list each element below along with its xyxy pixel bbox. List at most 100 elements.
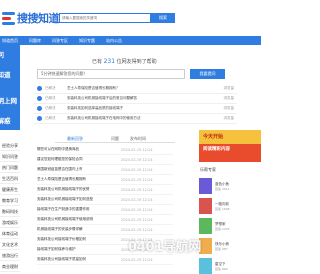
list-item-title[interactable]: 机械接线端子的安装步骤详解	[37, 227, 121, 232]
list-item[interactable]: 芝士人寿保险是否值得长期拥有 2024-02-19 12:24	[37, 175, 173, 185]
sidebar-item[interactable]: 旅游出行	[0, 250, 20, 261]
expert-name: 蓝色小鱼	[215, 181, 229, 186]
sidebar-item[interactable]: 数码科技	[0, 206, 20, 217]
search-input[interactable]	[59, 13, 151, 23]
tab-latest-answers[interactable]: 最新回答	[55, 134, 95, 142]
list-item-date: 2024-02-19 12:24	[121, 217, 153, 222]
list-item[interactable]: 接线端子在生产制造中的重要作用 2024-02-19 12:24	[37, 205, 173, 215]
banner-line: 搜知道	[0, 71, 11, 79]
recent-questions: 已解决 芝士人寿保险是否值得长期拥有？ 浏览量 已解决 安装科技公司机械接线端子…	[34, 84, 237, 124]
ask-question-box: 已有 231 位网友得到了帮助 我要提问 已解决 芝士人寿保险是否值得长期拥有？…	[32, 55, 237, 133]
list-item-title[interactable]: 芝士人寿保险是否值得长期拥有	[37, 177, 121, 182]
expert-item[interactable]: 一路向前 回答 1608	[199, 196, 261, 216]
question-row[interactable]: 已解决 芝士人寿保险是否值得长期拥有？ 浏览量	[34, 84, 237, 94]
logo-text: 搜搜知道	[17, 12, 60, 25]
expert-item[interactable]: 快乐小熊 回答 987	[199, 236, 261, 256]
sidebar-item[interactable]: 体育运动	[0, 228, 20, 239]
question-input[interactable]	[37, 69, 185, 79]
search-button[interactable]: 搜索	[151, 13, 175, 23]
question-icon	[37, 86, 42, 91]
list-item[interactable]: 安装科技公司机械接线端子使用说明 2024-02-19 12:24	[37, 215, 173, 225]
list-item-date: 2024-02-19 12:24	[121, 207, 153, 212]
list-item[interactable]: 安装科技公司机械接线端子的优势 2024-02-19 12:24	[37, 185, 173, 195]
list-item-title[interactable]: 哪些可以在网购中退换商品	[37, 147, 121, 152]
question-title[interactable]: 安装科技公司机械接线端子在电网中的使用方法	[67, 116, 217, 121]
ask-question-button[interactable]: 我要提问	[190, 69, 225, 79]
sidebar-item[interactable]: 经验分享	[0, 140, 20, 151]
question-title[interactable]: 芝士人寿保险是否值得长期拥有？	[67, 86, 217, 91]
logo[interactable]: 搜搜知道	[2, 10, 60, 26]
sidebar-item[interactable]: 热门问题	[0, 162, 20, 173]
sidebar-item[interactable]: 知识问答	[0, 151, 20, 162]
logo-icon	[2, 11, 15, 25]
list-item[interactable]: 哪些可以在网购中退换商品 2024-02-19 12:24	[37, 145, 173, 155]
help-stat: 已有 231 位网友得到了帮助	[92, 58, 157, 65]
header-search: 搜索	[59, 13, 175, 23]
promo-line-1: 今天开始	[203, 134, 224, 140]
avatar	[199, 198, 212, 214]
banner-line: 访问	[0, 51, 4, 59]
question-meta: 浏览量	[223, 96, 235, 100]
sidebar-item[interactable]: 教育学习	[0, 195, 20, 206]
question-title[interactable]: 安装科技公司机械接线端子后的常见问题解答	[67, 96, 217, 101]
list-item-title[interactable]: 安装科技公司机械接线端子如何选型	[37, 197, 121, 202]
avatar	[199, 218, 212, 234]
avatar	[199, 258, 212, 274]
question-icon	[37, 106, 42, 111]
question-row[interactable]: 已解决 安装科技如何选择高品质的接线端子 浏览量	[34, 104, 237, 114]
sidebar-item[interactable]: 文化艺术	[0, 239, 20, 250]
sidebar-item[interactable]: 生活百科	[0, 173, 20, 184]
sidebar-item[interactable]: 商业理财	[0, 261, 20, 272]
stat-count: 231	[103, 58, 116, 65]
banner-line: 疑解惑	[0, 117, 11, 125]
list-item-date: 2024-02-19 12:24	[121, 197, 153, 202]
tab-questions[interactable]: 问题	[95, 134, 135, 142]
list-item-title[interactable]: 安装科技公司接线端子价格如何	[37, 237, 121, 242]
list-item[interactable]: 美国新冠疫苗是否在国内上市 2024-02-19 12:24	[37, 165, 173, 175]
question-meta: 浏览量	[223, 116, 235, 120]
list-item-title[interactable]: 美国新冠疫苗是否在国内上市	[37, 167, 121, 172]
content-tabs: 最新回答 问题	[55, 134, 175, 143]
sidebar-item[interactable]: 健康养生	[0, 184, 20, 195]
nav-item-home[interactable]: 知道首页	[2, 38, 18, 44]
list-item-title[interactable]: 安装科技公司机械接线端子使用说明	[37, 217, 121, 222]
expert-item[interactable]: 蓝色小鱼 回答 2011	[199, 176, 261, 196]
question-row[interactable]: 已解决 安装科技公司机械接线端子后的常见问题解答 浏览量	[34, 94, 237, 104]
promo-banner[interactable]: 今天开始 阅读精彩内容	[199, 130, 261, 162]
header: 搜搜知道 搜索	[0, 0, 261, 36]
list-item[interactable]: 机械接线端子的安装步骤详解 2024-02-19 12:24	[37, 225, 173, 235]
list-item-date: 2024-02-19 12:24	[121, 187, 153, 192]
expert-item[interactable]: 星空下 回答 860	[199, 256, 261, 274]
list-item-title[interactable]: 安装科技公司接线端子质量如何	[37, 257, 121, 262]
question-title[interactable]: 安装科技如何选择高品质的接线端子	[67, 106, 217, 111]
nav-item-topics[interactable]: 知识专题	[79, 38, 95, 44]
nav-item-question-library[interactable]: 问题库	[29, 38, 41, 44]
list-item-date: 2024-02-19 12:24	[121, 167, 153, 172]
expert-answers: 回答 987	[215, 246, 228, 251]
expert-answers: 回答 2011	[215, 186, 230, 191]
question-status: 已解决	[45, 86, 56, 90]
nav-item-qa-zone[interactable]: 问答专区	[52, 38, 68, 44]
list-item[interactable]: 安装科技公司机械接线端子如何选型 2024-02-19 12:24	[37, 195, 173, 205]
nav-item-announcements[interactable]: 站内公告	[106, 38, 122, 44]
expert-item[interactable]: 梦想家 回答 1203	[199, 216, 261, 236]
sidebar-item[interactable]: 游戏娱乐	[0, 217, 20, 228]
sidebar-banner: 访问 搜知道 文明上网 疑解惑	[0, 45, 20, 130]
question-status: 已解决	[45, 96, 56, 100]
expert-name: 一路向前	[215, 201, 229, 206]
question-row[interactable]: 已解决 安装科技公司机械接线端子在电网中的使用方法 浏览量	[34, 114, 237, 124]
list-item-date: 2024-02-19 12:24	[121, 157, 153, 162]
expert-list: 蓝色小鱼 回答 2011 一路向前 回答 1608 梦想家 回答 1203 快乐小熊回…	[199, 176, 261, 274]
column-header-date: 发布时间	[130, 136, 146, 141]
expert-answers: 回答 1608	[215, 206, 230, 211]
expert-name: 快乐小熊	[215, 241, 229, 246]
list-item[interactable]: 安装科技公司接线端子质量如何 2024-02-19 12:24	[37, 255, 173, 265]
list-item-title[interactable]: 接线端子在生产制造中的重要作用	[37, 207, 121, 212]
expert-answers: 回答 860	[215, 266, 228, 271]
list-item-title[interactable]: 接线端子如何保养与维护	[37, 247, 121, 252]
list-item-title[interactable]: 安装科技公司机械接线端子的优势	[37, 187, 121, 192]
watermark: 0401导航网	[128, 240, 202, 255]
list-item[interactable]: 建议您如何理赔您的保险合同 2024-02-19 12:24	[37, 155, 173, 165]
avatar	[199, 178, 212, 194]
list-item-title[interactable]: 建议您如何理赔您的保险合同	[37, 157, 121, 162]
